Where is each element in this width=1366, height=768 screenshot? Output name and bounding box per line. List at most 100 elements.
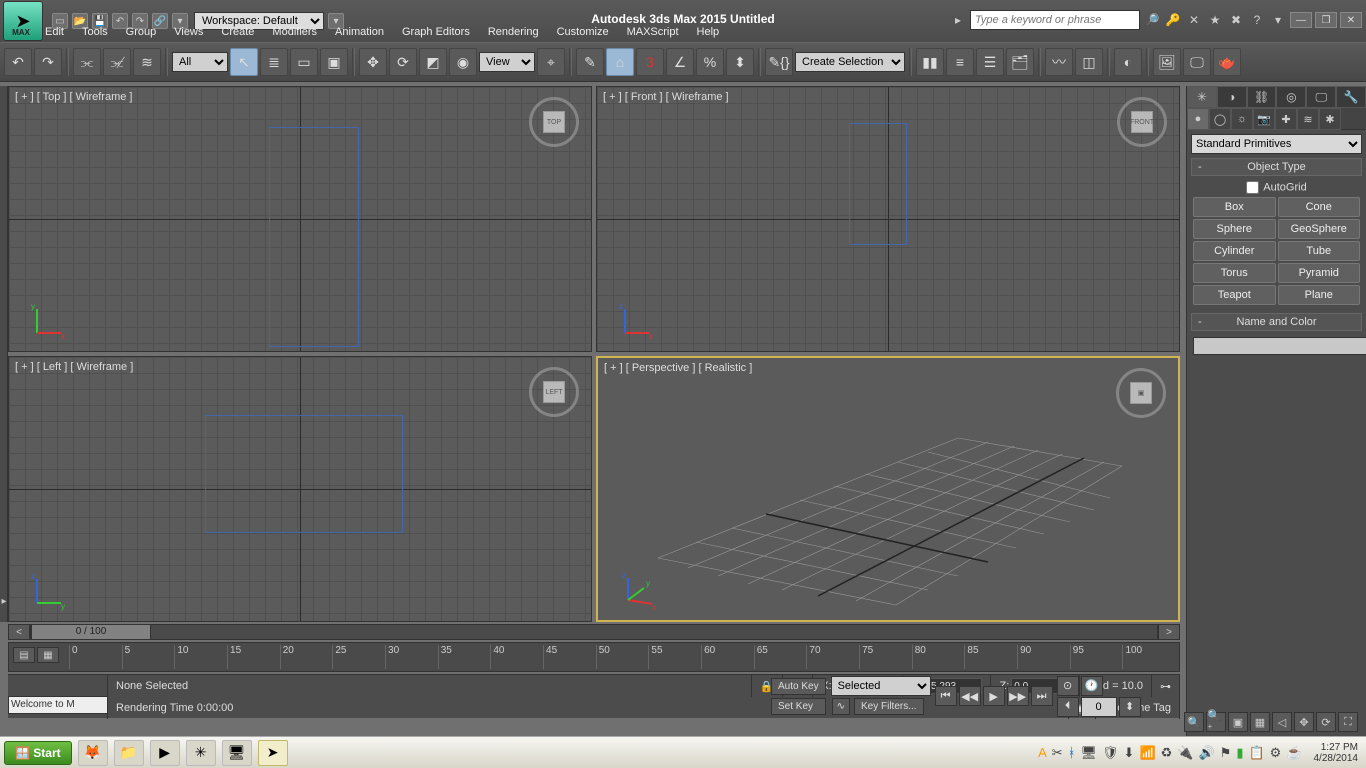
time-slider-next-button[interactable]: >	[1158, 624, 1180, 640]
goto-end-button[interactable]: ⏭	[1031, 686, 1053, 706]
mirror-button[interactable]: ▮▮	[916, 48, 944, 76]
tray-icon-4[interactable]: ⬇	[1124, 745, 1135, 761]
spinner-snap-button[interactable]: ⬍	[726, 48, 754, 76]
viewport-front[interactable]: [ + ] [ Front ] [ Wireframe ] FRONT zx	[596, 86, 1180, 352]
cameras-subtab[interactable]: 📷	[1253, 108, 1275, 130]
help-dropdown-icon[interactable]: ▾	[1269, 11, 1287, 29]
key-filters-button[interactable]: Key Filters...	[854, 698, 924, 715]
track-bar[interactable]: ▤ ▦ 051015202530354045505560657075808590…	[8, 642, 1180, 672]
viewcube-top[interactable]: TOP	[529, 97, 579, 147]
link-button[interactable]: ⫘	[73, 48, 101, 76]
track-bar-filter-button[interactable]: ▦	[37, 647, 59, 663]
viewport-top-label[interactable]: [ + ] [ Top ] [ Wireframe ]	[15, 91, 132, 103]
zoom-extents-all-button[interactable]: ▦	[1250, 712, 1270, 732]
cone-button[interactable]: Cone	[1278, 197, 1361, 217]
render-setup-button[interactable]: 🖼	[1153, 48, 1181, 76]
tray-icon-7[interactable]: 🔌	[1177, 745, 1193, 761]
tray-icon-1[interactable]: ✂	[1052, 745, 1063, 761]
viewport-left-label[interactable]: [ + ] [ Left ] [ Wireframe ]	[15, 361, 133, 373]
left-dock-handle[interactable]: ▸	[0, 86, 8, 622]
menu-rendering[interactable]: Rendering	[488, 26, 539, 38]
taskbar-explorer-icon[interactable]: 📁	[114, 740, 144, 766]
close-button[interactable]: ✕	[1340, 12, 1362, 28]
title-chevron-icon[interactable]: ▸	[949, 11, 967, 29]
autogrid-checkbox[interactable]	[1246, 181, 1259, 194]
a360-icon[interactable]: ✖	[1227, 11, 1245, 29]
frame-spinner-icon[interactable]: ⬍	[1119, 697, 1141, 717]
viewport-perspective[interactable]: [ + ] [ Perspective ] [ Realistic ] ▣ zy…	[596, 356, 1180, 622]
time-config-button[interactable]: 🕐	[1081, 676, 1103, 696]
viewcube-left[interactable]: LEFT	[529, 367, 579, 417]
help-icon[interactable]: ?	[1248, 11, 1266, 29]
keyboard-shortcut-button[interactable]: ⌂	[606, 48, 634, 76]
display-tab[interactable]: 🖵	[1306, 86, 1336, 108]
hierarchy-tab[interactable]: ⛓	[1247, 86, 1277, 108]
orbit-button[interactable]: ⟳	[1316, 712, 1336, 732]
edit-named-sel-button[interactable]: ✎{}	[765, 48, 793, 76]
motion-tab[interactable]: ◎	[1276, 86, 1306, 108]
tray-bluetooth-icon[interactable]: ᚼ	[1068, 745, 1076, 760]
tray-java-icon[interactable]: ☕	[1286, 745, 1302, 761]
angle-snap-button[interactable]: ∠	[666, 48, 694, 76]
plane-button[interactable]: Plane	[1278, 285, 1361, 305]
spacewarps-subtab[interactable]: ≋	[1297, 108, 1319, 130]
key-tangent-button[interactable]: ∿	[832, 698, 850, 715]
time-slider[interactable]: 0 / 100	[30, 624, 1158, 640]
zoom-button[interactable]: 🔍	[1184, 712, 1204, 732]
box-button[interactable]: Box	[1193, 197, 1276, 217]
undo-button[interactable]: ↶	[4, 48, 32, 76]
unlink-button[interactable]: ⫘̸	[103, 48, 131, 76]
window-crossing-button[interactable]: ▣	[320, 48, 348, 76]
tube-button[interactable]: Tube	[1278, 241, 1361, 261]
menu-modifiers[interactable]: Modifiers	[272, 26, 317, 38]
helpers-subtab[interactable]: ✚	[1275, 108, 1297, 130]
taskbar-3dsmax-icon[interactable]: ➤	[258, 740, 288, 766]
rendered-frame-button[interactable]: 🖵	[1183, 48, 1211, 76]
utilities-tab[interactable]: 🔧	[1336, 86, 1366, 108]
menu-group[interactable]: Group	[126, 26, 157, 38]
placement-button[interactable]: ◉	[449, 48, 477, 76]
redo-button[interactable]: ↷	[34, 48, 62, 76]
menu-customize[interactable]: Customize	[557, 26, 609, 38]
tray-icon-8[interactable]: ⚑	[1220, 745, 1232, 761]
geosphere-button[interactable]: GeoSphere	[1278, 219, 1361, 239]
search-icon[interactable]: 🔎	[1143, 11, 1161, 29]
modify-tab[interactable]: ◑	[1217, 86, 1247, 108]
current-frame-input[interactable]	[1081, 697, 1117, 717]
material-editor-button[interactable]: ◐	[1114, 48, 1142, 76]
set-key-button[interactable]: Set Key	[771, 698, 826, 715]
tray-icon-9[interactable]: 📋	[1248, 745, 1264, 761]
menu-tools[interactable]: Tools	[82, 26, 108, 38]
menu-animation[interactable]: Animation	[335, 26, 384, 38]
align-button[interactable]: ≡	[946, 48, 974, 76]
zoom-extents-button[interactable]: ▣	[1228, 712, 1248, 732]
torus-button[interactable]: Torus	[1193, 263, 1276, 283]
move-button[interactable]: ✥	[359, 48, 387, 76]
prev-key-icon[interactable]: ⏴	[1057, 697, 1079, 717]
object-type-rollout-header[interactable]: -Object Type	[1191, 158, 1362, 176]
taskbar-app2-icon[interactable]: 🖥	[222, 740, 252, 766]
fov-button[interactable]: ◁	[1272, 712, 1292, 732]
named-selection-select[interactable]: Create Selection Se	[795, 52, 905, 72]
name-and-color-rollout-header[interactable]: -Name and Color	[1191, 313, 1362, 331]
pyramid-button[interactable]: Pyramid	[1278, 263, 1361, 283]
tray-icon-10[interactable]: ⚙	[1270, 745, 1282, 761]
shapes-subtab[interactable]: ◯	[1209, 108, 1231, 130]
minimize-button[interactable]: —	[1290, 12, 1312, 28]
menu-maxscript[interactable]: MAXScript	[627, 26, 679, 38]
lights-subtab[interactable]: ☼	[1231, 108, 1253, 130]
mini-curve-editor-button[interactable]: ▤	[13, 647, 35, 663]
taskbar-media-player-icon[interactable]: ▶	[150, 740, 180, 766]
geometry-subtab[interactable]: ●	[1187, 108, 1209, 130]
menu-graph-editors[interactable]: Graph Editors	[402, 26, 470, 38]
viewcube-front[interactable]: FRONT	[1117, 97, 1167, 147]
pivot-center-button[interactable]: ⌖	[537, 48, 565, 76]
menu-edit[interactable]: Edit	[45, 26, 64, 38]
primitive-category-select[interactable]: Standard Primitives	[1191, 134, 1362, 154]
select-object-button[interactable]: ↖	[230, 48, 258, 76]
viewport-perspective-label[interactable]: [ + ] [ Perspective ] [ Realistic ]	[604, 362, 752, 374]
pan-button[interactable]: ✥	[1294, 712, 1314, 732]
tray-battery-icon[interactable]: ▮	[1236, 745, 1243, 761]
signin-icon[interactable]: 🔑	[1164, 11, 1182, 29]
viewport-top[interactable]: [ + ] [ Top ] [ Wireframe ] TOP yx	[8, 86, 592, 352]
